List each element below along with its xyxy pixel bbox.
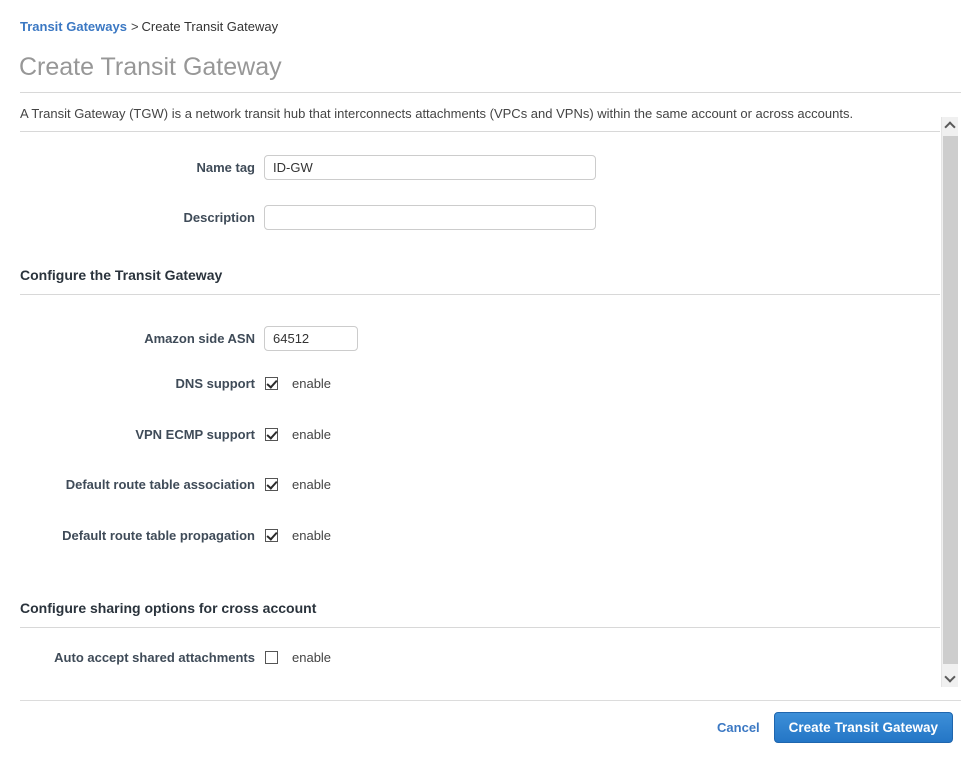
default-route-table-propagation-control: enable (264, 528, 331, 543)
form-scroll-region: Name tag Description Configure the Trans… (0, 117, 973, 689)
form-row-default-route-table-propagation: Default route table propagation enable (0, 528, 331, 543)
section-configure-transit-gateway: Configure the Transit Gateway (20, 267, 940, 295)
description-input[interactable] (264, 205, 596, 230)
form-row-description: Description (0, 205, 596, 230)
form-row-auto-accept-shared-attachments: Auto accept shared attachments enable (0, 650, 331, 665)
auto-accept-shared-attachments-checkbox[interactable] (265, 651, 278, 664)
footer-actions: Cancel Create Transit Gateway (717, 712, 953, 743)
vpn-ecmp-support-label: VPN ECMP support (135, 427, 255, 442)
auto-accept-shared-attachments-label: Auto accept shared attachments (54, 650, 255, 665)
form-row-default-route-table-association: Default route table association enable (0, 477, 331, 492)
default-route-table-association-checkbox[interactable] (265, 478, 278, 491)
scrollbar-thumb[interactable] (943, 136, 958, 664)
dns-support-enable-label: enable (292, 376, 332, 391)
cancel-button[interactable]: Cancel (717, 720, 774, 735)
create-transit-gateway-button[interactable]: Create Transit Gateway (773, 712, 953, 743)
section-configure-title: Configure the Transit Gateway (20, 267, 223, 283)
title-divider (20, 92, 961, 93)
section-configure-divider (20, 294, 940, 295)
vpn-ecmp-support-control: enable (264, 427, 331, 442)
description-label: Description (183, 210, 255, 225)
form-row-name-tag: Name tag (0, 155, 596, 180)
page-title: Create Transit Gateway (19, 53, 282, 81)
default-route-table-propagation-enable-label: enable (292, 528, 332, 543)
chevron-down-icon[interactable] (942, 670, 958, 687)
footer-divider (20, 700, 961, 701)
form-row-vpn-ecmp-support: VPN ECMP support enable (0, 427, 331, 442)
breadcrumb-separator: > (130, 19, 139, 34)
form-top-divider (20, 131, 940, 132)
vertical-scrollbar[interactable] (941, 117, 958, 687)
default-route-table-association-control: enable (264, 477, 331, 492)
default-route-table-propagation-checkbox[interactable] (265, 529, 278, 542)
breadcrumb: Transit Gateways > Create Transit Gateway (20, 19, 278, 35)
form-row-amazon-side-asn: Amazon side ASN (0, 326, 358, 351)
breadcrumb-link-transit-gateways[interactable]: Transit Gateways (20, 19, 127, 34)
dns-support-checkbox[interactable] (265, 377, 278, 390)
chevron-up-icon[interactable] (942, 117, 958, 134)
vpn-ecmp-support-enable-label: enable (292, 427, 332, 442)
default-route-table-propagation-label: Default route table propagation (62, 528, 255, 543)
name-tag-label: Name tag (196, 160, 255, 175)
name-tag-input[interactable] (264, 155, 596, 180)
form-row-dns-support: DNS support enable (0, 376, 332, 391)
auto-accept-shared-attachments-control: enable (264, 650, 331, 665)
dns-support-control: enable (264, 376, 331, 391)
default-route-table-association-label: Default route table association (65, 477, 255, 492)
section-sharing-title: Configure sharing options for cross acco… (20, 600, 317, 616)
section-sharing-options: Configure sharing options for cross acco… (20, 600, 940, 628)
auto-accept-shared-attachments-enable-label: enable (292, 650, 332, 665)
vpn-ecmp-support-checkbox[interactable] (265, 428, 278, 441)
breadcrumb-current: Create Transit Gateway (141, 19, 279, 34)
default-route-table-association-enable-label: enable (292, 477, 332, 492)
amazon-side-asn-label: Amazon side ASN (144, 331, 255, 346)
section-sharing-divider (20, 627, 940, 628)
amazon-side-asn-input[interactable] (264, 326, 358, 351)
dns-support-label: DNS support (175, 376, 255, 391)
create-transit-gateway-page: Transit Gateways > Create Transit Gateway … (0, 0, 973, 759)
